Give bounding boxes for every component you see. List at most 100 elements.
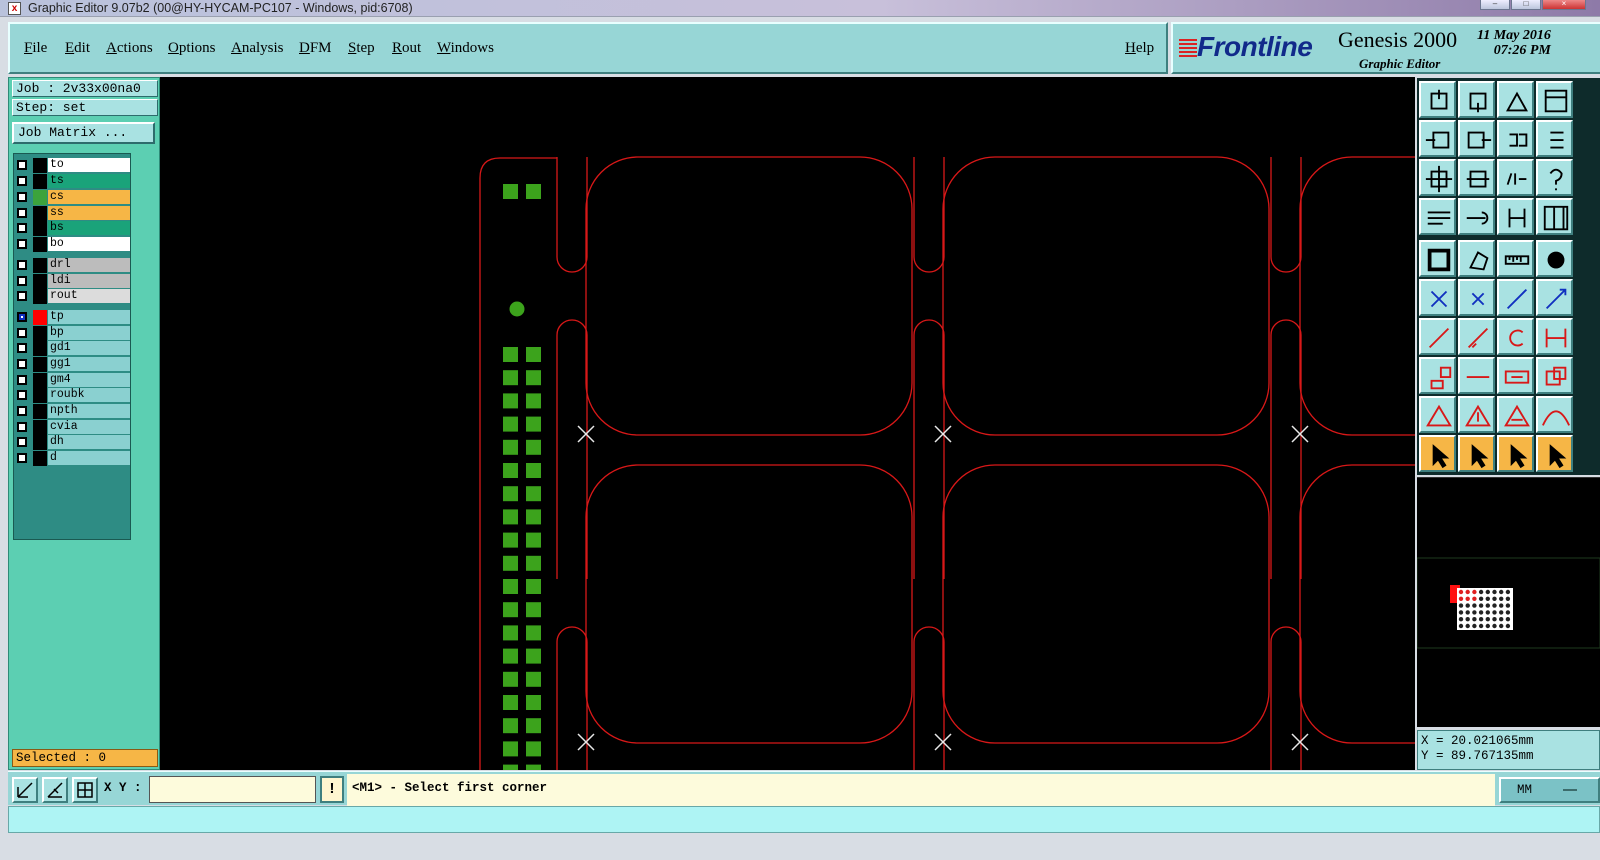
layer-row-rout[interactable]: rout bbox=[14, 289, 132, 304]
grid-icon[interactable] bbox=[1536, 198, 1573, 235]
menu-step[interactable]: Step bbox=[348, 40, 375, 57]
menu-actions[interactable]: Actions bbox=[106, 40, 153, 57]
layer-checkbox[interactable] bbox=[17, 453, 27, 463]
layer-checkbox[interactable] bbox=[17, 390, 27, 400]
close-button[interactable]: × bbox=[1542, 0, 1586, 10]
window-icon[interactable] bbox=[1536, 81, 1573, 118]
connect-icon[interactable] bbox=[1419, 279, 1456, 316]
layer-color-swatch[interactable] bbox=[33, 404, 47, 419]
minimize-button[interactable]: – bbox=[1480, 0, 1510, 10]
stretch-icon[interactable] bbox=[1497, 357, 1534, 394]
layer-name[interactable]: ss bbox=[48, 206, 130, 220]
layer-row-roubk[interactable]: roubk bbox=[14, 388, 132, 403]
layer-checkbox[interactable] bbox=[17, 176, 27, 186]
feature-box-icon[interactable] bbox=[1419, 240, 1456, 277]
menu-windows[interactable]: Windows bbox=[437, 40, 494, 57]
layer-color-swatch[interactable] bbox=[33, 237, 47, 252]
move-up-icon[interactable] bbox=[1419, 81, 1456, 118]
copy-icon[interactable] bbox=[1419, 357, 1456, 394]
layer-checkbox[interactable] bbox=[17, 260, 27, 270]
move-left-icon[interactable] bbox=[1419, 120, 1456, 157]
layer-row-bo[interactable]: bo bbox=[14, 237, 132, 252]
layer-row-npth[interactable]: npth bbox=[14, 404, 132, 419]
select-net-icon[interactable] bbox=[1536, 435, 1573, 472]
layer-row-gd1[interactable]: gd1 bbox=[14, 341, 132, 356]
menu-edit[interactable]: Edit bbox=[65, 40, 90, 57]
pad-icon[interactable] bbox=[1536, 240, 1573, 277]
snap-angle-icon[interactable] bbox=[42, 777, 68, 803]
layer-name[interactable]: cvia bbox=[48, 420, 130, 434]
measure-icon[interactable] bbox=[1497, 240, 1534, 277]
layer-row-tp[interactable]: tp bbox=[14, 310, 132, 325]
layer-color-swatch[interactable] bbox=[33, 310, 47, 325]
help-icon[interactable] bbox=[1536, 159, 1573, 196]
layer-name[interactable]: ldi bbox=[48, 274, 130, 288]
snap-icon[interactable] bbox=[1536, 120, 1573, 157]
delete-icon[interactable] bbox=[1458, 279, 1495, 316]
menu-analysis[interactable]: Analysis bbox=[231, 40, 284, 57]
layer-color-swatch[interactable] bbox=[33, 451, 47, 466]
probe-icon[interactable] bbox=[1458, 198, 1495, 235]
layer-row-drl[interactable]: drl bbox=[14, 258, 132, 273]
layer-checkbox[interactable] bbox=[17, 437, 27, 447]
layer-row-bp[interactable]: bp bbox=[14, 326, 132, 341]
layer-checkbox[interactable] bbox=[17, 208, 27, 218]
layer-row-ss[interactable]: ss bbox=[14, 206, 132, 221]
rotate-icon[interactable] bbox=[1497, 318, 1534, 355]
layer-name[interactable]: bp bbox=[48, 326, 130, 340]
layer-row-gg1[interactable]: gg1 bbox=[14, 357, 132, 372]
triangle-a-icon[interactable] bbox=[1497, 396, 1534, 433]
layer-name[interactable]: cs bbox=[48, 190, 130, 204]
xy-input[interactable] bbox=[149, 776, 316, 803]
layer-color-swatch[interactable] bbox=[33, 435, 47, 450]
swap-icon[interactable] bbox=[1497, 120, 1534, 157]
layer-color-swatch[interactable] bbox=[33, 158, 47, 173]
menu-file[interactable]: File bbox=[24, 40, 47, 57]
scale-1-2-icon[interactable] bbox=[1497, 159, 1534, 196]
snap-corner-icon[interactable] bbox=[12, 777, 38, 803]
layer-color-swatch[interactable] bbox=[33, 388, 47, 403]
layer-name[interactable]: gg1 bbox=[48, 357, 130, 371]
arc-line-icon[interactable] bbox=[1458, 318, 1495, 355]
attributes-icon[interactable] bbox=[1536, 357, 1573, 394]
ruler-icon[interactable] bbox=[1419, 198, 1456, 235]
layer-name[interactable]: ts bbox=[48, 174, 130, 188]
layer-name[interactable]: bs bbox=[48, 221, 130, 235]
layer-name[interactable]: npth bbox=[48, 404, 130, 418]
layer-row-gm4[interactable]: gm4 bbox=[14, 373, 132, 388]
layer-color-swatch[interactable] bbox=[33, 221, 47, 236]
layer-row-dh[interactable]: dh bbox=[14, 435, 132, 450]
layer-name[interactable]: dh bbox=[48, 435, 130, 449]
layer-name[interactable]: to bbox=[48, 158, 130, 172]
layer-name[interactable]: tp bbox=[48, 310, 130, 324]
layer-name[interactable]: roubk bbox=[48, 388, 130, 402]
move-right-icon[interactable] bbox=[1458, 120, 1495, 157]
menu-options[interactable]: Options bbox=[168, 40, 216, 57]
move-down-icon[interactable] bbox=[1458, 81, 1495, 118]
layer-color-swatch[interactable] bbox=[33, 326, 47, 341]
warning-button[interactable]: ! bbox=[320, 776, 344, 803]
home-icon[interactable] bbox=[1497, 81, 1534, 118]
layer-name[interactable]: bo bbox=[48, 237, 130, 251]
menu-dfm[interactable]: DFM bbox=[299, 40, 332, 57]
layer-checkbox[interactable] bbox=[17, 223, 27, 233]
add-node-icon[interactable] bbox=[1536, 279, 1573, 316]
layer-checkbox[interactable] bbox=[17, 291, 27, 301]
layer-row-to[interactable]: to bbox=[14, 158, 132, 173]
select-circle-icon[interactable] bbox=[1497, 435, 1534, 472]
grid-snap-icon[interactable] bbox=[72, 777, 98, 803]
layer-row-d[interactable]: d bbox=[14, 451, 132, 466]
layers-icon[interactable] bbox=[1497, 198, 1534, 235]
layer-checkbox[interactable] bbox=[17, 328, 27, 338]
layer-checkbox[interactable] bbox=[17, 406, 27, 416]
select-box-icon[interactable] bbox=[1458, 435, 1495, 472]
triangle-icon[interactable] bbox=[1419, 396, 1456, 433]
layer-color-swatch[interactable] bbox=[33, 206, 47, 221]
layer-color-swatch[interactable] bbox=[33, 373, 47, 388]
layer-color-swatch[interactable] bbox=[33, 174, 47, 189]
layer-row-cvia[interactable]: cvia bbox=[14, 420, 132, 435]
units-selector[interactable]: MM bbox=[1499, 777, 1600, 803]
layer-color-swatch[interactable] bbox=[33, 190, 47, 205]
layer-color-swatch[interactable] bbox=[33, 341, 47, 356]
layer-color-swatch[interactable] bbox=[33, 258, 47, 273]
